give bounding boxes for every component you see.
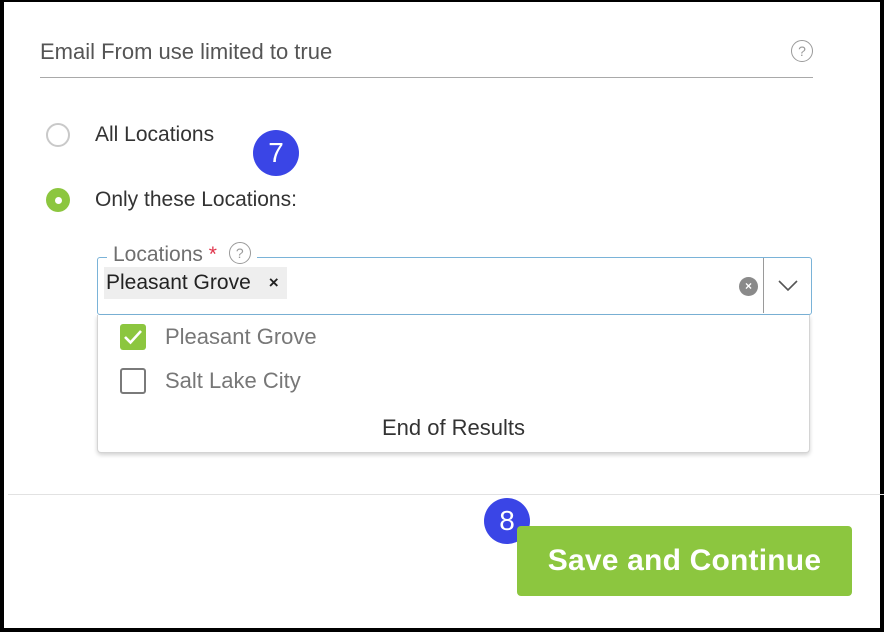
checkbox-checked[interactable] [120, 324, 146, 350]
email-from-value: Email From use limited to true [40, 39, 333, 64]
end-of-results-text: End of Results [381, 415, 526, 440]
locations-label: Locations * ? [107, 242, 257, 267]
locations-dropdown-list: Pleasant Grove Salt Lake City End of Res… [97, 315, 810, 453]
chip-label: Pleasant Grove [106, 271, 251, 294]
radio-all-locations-label[interactable]: All Locations [95, 123, 214, 147]
email-from-field[interactable]: Email From use limited to true ? [40, 30, 813, 78]
dialog-frame: Email From use limited to true ? All Loc… [0, 0, 884, 632]
footer-divider [8, 494, 884, 495]
step-badge-7: 7 [253, 130, 299, 176]
required-asterisk: * [208, 243, 217, 266]
save-and-continue-button[interactable]: Save and Continue [517, 526, 852, 596]
dropdown-toggle-button[interactable] [763, 258, 811, 313]
help-icon[interactable]: ? [791, 40, 813, 62]
option-label: Salt Lake City [165, 368, 301, 393]
locations-label-text: Locations [113, 243, 203, 266]
radio-all-locations[interactable] [46, 123, 70, 147]
option-label: Pleasant Grove [165, 324, 317, 349]
checkbox-unchecked[interactable] [120, 368, 146, 394]
radio-only-these-locations-label[interactable]: Only these Locations: [95, 188, 297, 212]
chip-remove-icon[interactable]: × [269, 273, 279, 293]
dropdown-option-salt-lake-city[interactable]: Salt Lake City [120, 367, 301, 395]
chevron-down-icon [777, 279, 798, 291]
selected-location-chip: Pleasant Grove × [104, 267, 287, 299]
radio-only-these-locations[interactable] [46, 188, 70, 212]
checkmark-icon [124, 330, 142, 345]
help-icon[interactable]: ? [228, 242, 251, 264]
clear-icon[interactable]: × [739, 277, 758, 296]
dropdown-option-pleasant-grove[interactable]: Pleasant Grove [120, 323, 317, 351]
